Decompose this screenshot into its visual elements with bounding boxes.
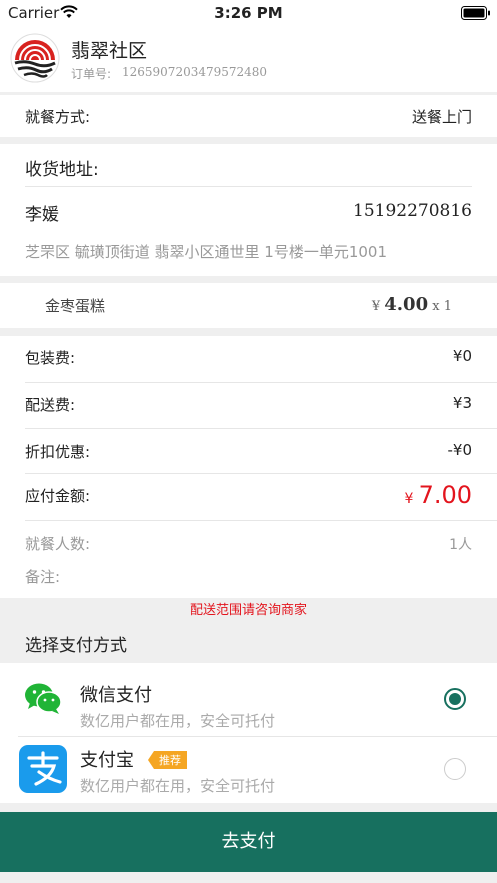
alipay-icon (19, 745, 67, 793)
shop-logo-icon (10, 33, 60, 83)
pay-button[interactable]: 去支付 (0, 812, 497, 872)
address-title: 收货地址: (25, 160, 99, 180)
dining-method-label: 就餐方式: (25, 108, 91, 126)
total-value: 7.00 (418, 481, 472, 509)
packing-fee-value: ¥0 (452, 347, 472, 365)
item-price: 4.00 (384, 294, 429, 315)
wechat-icon (25, 683, 62, 714)
wechat-pay-desc: 数亿用户都在用，安全可托付 (80, 712, 276, 730)
packing-fee-label: 包装费: (25, 349, 76, 367)
delivery-notice: 配送范围请咨询商家 (189, 603, 307, 618)
fees-divider (25, 520, 497, 521)
wechat-radio-selected[interactable] (444, 688, 466, 710)
recipient-name: 李媛 (25, 205, 59, 225)
remark-label: 备注: (25, 568, 61, 586)
recipient-phone: 15192270816 (353, 201, 472, 221)
people-count-label: 就餐人数: (25, 535, 91, 553)
item-quantity: x 1 (432, 299, 452, 314)
fees-divider (25, 428, 497, 429)
address-divider (25, 186, 472, 187)
alipay-desc: 数亿用户都在用，安全可托付 (80, 777, 276, 795)
delivery-fee-label: 配送费: (25, 396, 76, 414)
alipay-radio[interactable] (444, 758, 466, 780)
address-detail: 芝罘区 毓璜顶街道 翡翠小区通世里 1号楼一单元1001 (25, 243, 388, 261)
order-number-label: 订单号: (71, 67, 112, 81)
recommend-badge: 推荐 (148, 751, 187, 769)
wechat-pay-name: 微信支付 (80, 685, 152, 706)
total-label: 应付金额: (25, 487, 91, 505)
order-number: 1265907203479572480 (122, 65, 268, 79)
battery-icon (461, 6, 490, 20)
fees-divider (25, 382, 497, 383)
clock: 3:26 PM (214, 4, 283, 22)
item-currency: ¥ (371, 299, 381, 314)
people-count-value[interactable]: 1人 (449, 534, 472, 554)
fees-card (0, 336, 497, 598)
dining-method-value: 送餐上门 (411, 108, 472, 126)
total-amount: ¥ 7.00 (405, 481, 472, 509)
total-currency: ¥ (404, 491, 414, 507)
radio-dot (449, 693, 461, 705)
shop-name: 翡翠社区 (71, 40, 148, 62)
item-price-group: ¥ 4.00 x 1 (372, 294, 452, 315)
payment-title: 选择支付方式 (25, 636, 127, 656)
fees-divider (25, 473, 497, 474)
alipay-name: 支付宝 (80, 750, 134, 771)
discount-value: -¥0 (447, 441, 473, 459)
delivery-fee-value: ¥3 (452, 394, 472, 412)
discount-label: 折扣优惠: (25, 443, 91, 461)
item-name: 金枣蛋糕 (45, 297, 106, 315)
